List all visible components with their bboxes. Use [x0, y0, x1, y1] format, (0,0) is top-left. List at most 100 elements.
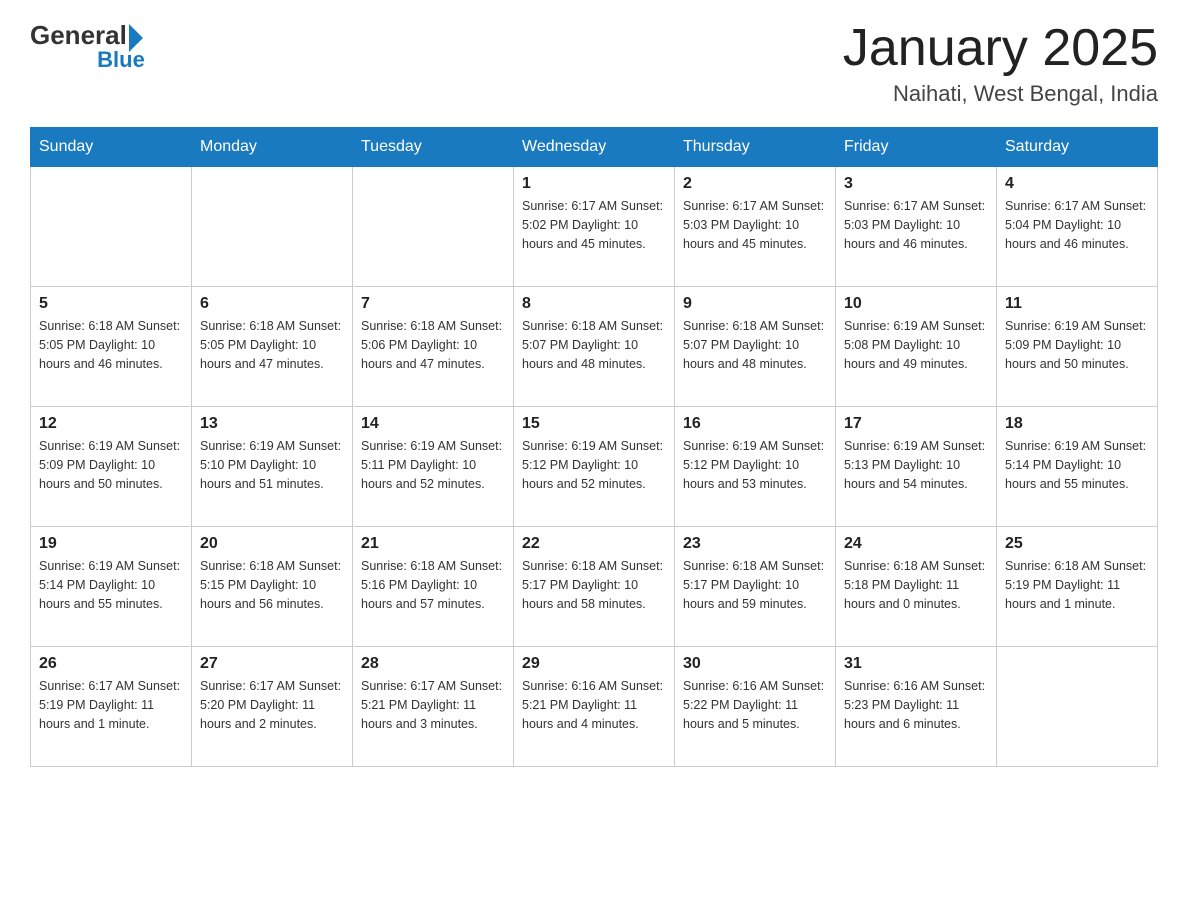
calendar-cell: 19Sunrise: 6:19 AM Sunset: 5:14 PM Dayli…: [31, 527, 192, 647]
calendar-cell: 9 Sunrise: 6:18 AM Sunset: 5:07 PM Daylig…: [675, 287, 836, 407]
calendar-table: SundayMondayTuesdayWednesdayThursdayFrid…: [30, 127, 1158, 767]
day-header-saturday: Saturday: [997, 128, 1158, 167]
day-number: 15: [522, 415, 666, 433]
calendar-cell: 20 Sunrise: 6:18 AM Sunset: 5:15 PM Dayli…: [192, 527, 353, 647]
day-info: Sunrise: 6:18 AM Sunset: 5:17 PM Dayligh…: [683, 557, 827, 613]
day-info: Sunrise: 6:16 AM Sunset: 5:21 PM Dayligh…: [522, 677, 666, 733]
day-number: 11: [1005, 295, 1149, 313]
day-number: 31: [844, 655, 988, 673]
calendar-cell: 4 Sunrise: 6:17 AM Sunset: 5:04 PM Daylig…: [997, 167, 1158, 287]
day-info: Sunrise: 6:19 AM Sunset: 5:09 PM Dayligh…: [1005, 317, 1149, 373]
day-number: 16: [683, 415, 827, 433]
day-header-thursday: Thursday: [675, 128, 836, 167]
day-number: 17: [844, 415, 988, 433]
day-info: Sunrise: 6:18 AM Sunset: 5:07 PM Dayligh…: [522, 317, 666, 373]
day-info: Sunrise: 6:19 AM Sunset: 5:10 PM Dayligh…: [200, 437, 344, 493]
calendar-cell: [31, 167, 192, 287]
day-info: Sunrise: 6:19 AM Sunset: 5:11 PM Dayligh…: [361, 437, 505, 493]
day-info: Sunrise: 6:17 AM Sunset: 5:03 PM Dayligh…: [844, 197, 988, 253]
day-info: Sunrise: 6:17 AM Sunset: 5:04 PM Dayligh…: [1005, 197, 1149, 253]
calendar-cell: 26Sunrise: 6:17 AM Sunset: 5:19 PM Dayli…: [31, 647, 192, 767]
calendar-cell: [192, 167, 353, 287]
calendar-cell: 2 Sunrise: 6:17 AM Sunset: 5:03 PM Daylig…: [675, 167, 836, 287]
day-number: 20: [200, 535, 344, 553]
day-number: 8: [522, 295, 666, 313]
calendar-cell: 10Sunrise: 6:19 AM Sunset: 5:08 PM Dayli…: [836, 287, 997, 407]
day-number: 13: [200, 415, 344, 433]
day-header-wednesday: Wednesday: [514, 128, 675, 167]
calendar-cell: 11 Sunrise: 6:19 AM Sunset: 5:09 PM Dayli…: [997, 287, 1158, 407]
day-info: Sunrise: 6:19 AM Sunset: 5:09 PM Dayligh…: [39, 437, 183, 493]
calendar-week-1: 1 Sunrise: 6:17 AM Sunset: 5:02 PM Daylig…: [31, 167, 1158, 287]
calendar-cell: 13 Sunrise: 6:19 AM Sunset: 5:10 PM Dayli…: [192, 407, 353, 527]
calendar-subtitle: Naihati, West Bengal, India: [843, 81, 1158, 107]
day-info: Sunrise: 6:18 AM Sunset: 5:18 PM Dayligh…: [844, 557, 988, 613]
day-info: Sunrise: 6:16 AM Sunset: 5:22 PM Dayligh…: [683, 677, 827, 733]
calendar-cell: 5 Sunrise: 6:18 AM Sunset: 5:05 PM Daylig…: [31, 287, 192, 407]
day-number: 22: [522, 535, 666, 553]
page-header: General Blue January 2025 Naihati, West …: [30, 20, 1158, 107]
day-header-row: SundayMondayTuesdayWednesdayThursdayFrid…: [31, 128, 1158, 167]
day-number: 14: [361, 415, 505, 433]
logo-triangle-icon: [129, 24, 143, 52]
day-info: Sunrise: 6:19 AM Sunset: 5:13 PM Dayligh…: [844, 437, 988, 493]
calendar-cell: 8 Sunrise: 6:18 AM Sunset: 5:07 PM Daylig…: [514, 287, 675, 407]
calendar-cell: 25Sunrise: 6:18 AM Sunset: 5:19 PM Dayli…: [997, 527, 1158, 647]
day-number: 28: [361, 655, 505, 673]
calendar-cell: 12 Sunrise: 6:19 AM Sunset: 5:09 PM Dayli…: [31, 407, 192, 527]
day-info: Sunrise: 6:17 AM Sunset: 5:02 PM Dayligh…: [522, 197, 666, 253]
calendar-cell: 21 Sunrise: 6:18 AM Sunset: 5:16 PM Dayli…: [353, 527, 514, 647]
day-number: 29: [522, 655, 666, 673]
day-number: 6: [200, 295, 344, 313]
day-header-friday: Friday: [836, 128, 997, 167]
calendar-header: SundayMondayTuesdayWednesdayThursdayFrid…: [31, 128, 1158, 167]
day-info: Sunrise: 6:18 AM Sunset: 5:05 PM Dayligh…: [39, 317, 183, 373]
day-number: 25: [1005, 535, 1149, 553]
calendar-title: January 2025: [843, 20, 1158, 77]
calendar-cell: 24 Sunrise: 6:18 AM Sunset: 5:18 PM Dayli…: [836, 527, 997, 647]
day-number: 23: [683, 535, 827, 553]
calendar-cell: 1 Sunrise: 6:17 AM Sunset: 5:02 PM Daylig…: [514, 167, 675, 287]
day-info: Sunrise: 6:19 AM Sunset: 5:14 PM Dayligh…: [1005, 437, 1149, 493]
logo: General Blue: [30, 20, 145, 73]
day-number: 1: [522, 175, 666, 193]
day-info: Sunrise: 6:17 AM Sunset: 5:20 PM Dayligh…: [200, 677, 344, 733]
day-header-tuesday: Tuesday: [353, 128, 514, 167]
calendar-cell: 23 Sunrise: 6:18 AM Sunset: 5:17 PM Dayli…: [675, 527, 836, 647]
calendar-cell: 22Sunrise: 6:18 AM Sunset: 5:17 PM Dayli…: [514, 527, 675, 647]
calendar-cell: 7Sunrise: 6:18 AM Sunset: 5:06 PM Daylig…: [353, 287, 514, 407]
day-info: Sunrise: 6:18 AM Sunset: 5:06 PM Dayligh…: [361, 317, 505, 373]
day-info: Sunrise: 6:16 AM Sunset: 5:23 PM Dayligh…: [844, 677, 988, 733]
day-number: 5: [39, 295, 183, 313]
calendar-cell: 18 Sunrise: 6:19 AM Sunset: 5:14 PM Dayli…: [997, 407, 1158, 527]
day-number: 21: [361, 535, 505, 553]
calendar-week-2: 5 Sunrise: 6:18 AM Sunset: 5:05 PM Daylig…: [31, 287, 1158, 407]
day-info: Sunrise: 6:19 AM Sunset: 5:12 PM Dayligh…: [683, 437, 827, 493]
day-number: 12: [39, 415, 183, 433]
calendar-cell: 16 Sunrise: 6:19 AM Sunset: 5:12 PM Dayli…: [675, 407, 836, 527]
day-number: 9: [683, 295, 827, 313]
calendar-cell: 27Sunrise: 6:17 AM Sunset: 5:20 PM Dayli…: [192, 647, 353, 767]
calendar-cell: 3 Sunrise: 6:17 AM Sunset: 5:03 PM Daylig…: [836, 167, 997, 287]
day-info: Sunrise: 6:19 AM Sunset: 5:12 PM Dayligh…: [522, 437, 666, 493]
day-header-sunday: Sunday: [31, 128, 192, 167]
day-number: 30: [683, 655, 827, 673]
day-info: Sunrise: 6:18 AM Sunset: 5:15 PM Dayligh…: [200, 557, 344, 613]
logo-blue-text: Blue: [30, 47, 145, 73]
day-header-monday: Monday: [192, 128, 353, 167]
day-number: 4: [1005, 175, 1149, 193]
calendar-cell: 15 Sunrise: 6:19 AM Sunset: 5:12 PM Dayli…: [514, 407, 675, 527]
calendar-cell: 30 Sunrise: 6:16 AM Sunset: 5:22 PM Dayli…: [675, 647, 836, 767]
day-number: 24: [844, 535, 988, 553]
day-number: 2: [683, 175, 827, 193]
day-number: 26: [39, 655, 183, 673]
day-info: Sunrise: 6:18 AM Sunset: 5:07 PM Dayligh…: [683, 317, 827, 373]
day-info: Sunrise: 6:18 AM Sunset: 5:16 PM Dayligh…: [361, 557, 505, 613]
day-info: Sunrise: 6:19 AM Sunset: 5:08 PM Dayligh…: [844, 317, 988, 373]
day-number: 18: [1005, 415, 1149, 433]
calendar-cell: [353, 167, 514, 287]
calendar-cell: 31 Sunrise: 6:16 AM Sunset: 5:23 PM Dayli…: [836, 647, 997, 767]
calendar-body: 1 Sunrise: 6:17 AM Sunset: 5:02 PM Daylig…: [31, 167, 1158, 767]
day-number: 3: [844, 175, 988, 193]
day-info: Sunrise: 6:17 AM Sunset: 5:03 PM Dayligh…: [683, 197, 827, 253]
